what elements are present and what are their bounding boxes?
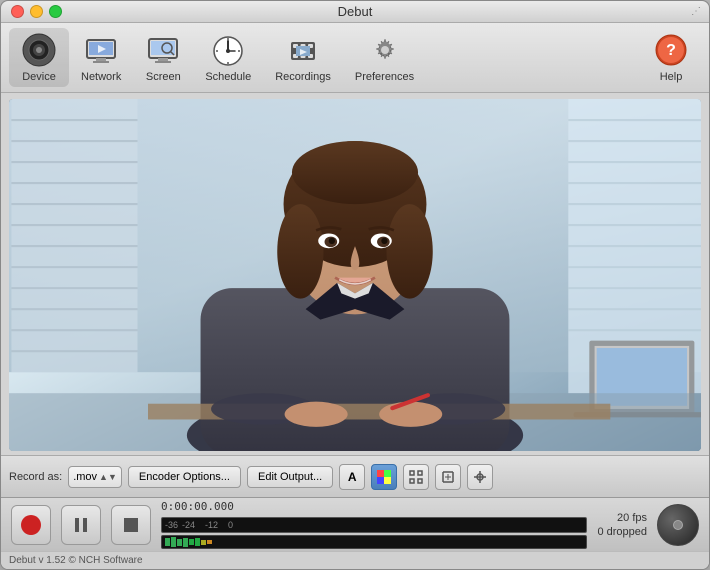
toolbar-label-screen: Screen	[146, 71, 181, 83]
level-bar-6	[195, 538, 200, 546]
fps-display: 20 fps	[617, 512, 647, 524]
level-label-neg36: -36	[165, 520, 178, 530]
crosshair-button[interactable]	[467, 464, 493, 490]
pause-button[interactable]	[61, 505, 101, 545]
level-label-neg12: -12	[205, 520, 218, 530]
level-label-neg24: -24	[182, 520, 195, 530]
minimize-button[interactable]	[30, 5, 43, 18]
level-bar-3	[177, 539, 182, 546]
recordings-icon	[285, 32, 321, 68]
toolbar-label-schedule: Schedule	[205, 71, 251, 83]
device-icon	[21, 32, 57, 68]
status-text: Debut v 1.52 © NCH Software	[9, 555, 143, 566]
toolbar-label-preferences: Preferences	[355, 71, 414, 83]
format-select[interactable]: .mov ▲▼	[68, 466, 122, 488]
select-arrow-icon: ▲▼	[99, 472, 117, 482]
preferences-icon	[367, 32, 403, 68]
format-value: .mov	[73, 471, 97, 483]
text-overlay-button[interactable]: A	[339, 464, 365, 490]
schedule-icon	[210, 32, 246, 68]
timecode-display: 0:00:00.000	[161, 500, 587, 513]
stop-button[interactable]	[111, 505, 151, 545]
fps-info: 20 fps 0 dropped	[597, 512, 647, 538]
titlebar: Debut ⋰	[1, 1, 709, 23]
toolbar-item-preferences[interactable]: Preferences	[343, 28, 426, 87]
edit-output-button[interactable]: Edit Output...	[247, 466, 333, 488]
grid-button[interactable]	[403, 464, 429, 490]
levels-area: 0:00:00.000 -36 -24 -12 0	[161, 500, 587, 549]
color-button[interactable]	[371, 464, 397, 490]
crop-icon	[441, 470, 455, 484]
level-label-zero: 0	[228, 520, 233, 530]
level-meter: -36 -24 -12 0	[161, 517, 587, 533]
toolbar-label-network: Network	[81, 71, 121, 83]
status-bar: Debut v 1.52 © NCH Software	[1, 551, 709, 569]
help-icon: ?	[653, 32, 689, 68]
level-bar-1	[165, 538, 170, 546]
dropped-display: 0 dropped	[597, 526, 647, 538]
window-controls	[11, 5, 62, 18]
toolbar-label-help: Help	[660, 71, 683, 83]
encoder-options-button[interactable]: Encoder Options...	[128, 466, 241, 488]
screen-icon	[145, 32, 181, 68]
toolbar-item-network[interactable]: Network	[69, 28, 133, 87]
toolbar-item-schedule[interactable]: Schedule	[193, 28, 263, 87]
text-icon: A	[348, 470, 357, 484]
level-bar-8	[207, 540, 212, 544]
svg-text:?: ?	[666, 42, 676, 59]
toolbar-label-device: Device	[22, 71, 56, 83]
toolbar-label-recordings: Recordings	[275, 71, 331, 83]
maximize-button[interactable]	[49, 5, 62, 18]
network-icon	[83, 32, 119, 68]
level-bar-5	[189, 539, 194, 545]
toolbar-item-help[interactable]: ? Help	[641, 28, 701, 87]
toolbar-item-device[interactable]: Device	[9, 28, 69, 87]
toolbar-item-screen[interactable]: Screen	[133, 28, 193, 87]
crop-button[interactable]	[435, 464, 461, 490]
record-button[interactable]	[11, 505, 51, 545]
resize-indicator: ⋰	[691, 6, 701, 17]
main-window: Debut ⋰ Device	[0, 0, 710, 570]
crosshair-icon	[473, 470, 487, 484]
toolbar: Device Network	[1, 23, 709, 93]
level-bar-7	[201, 540, 206, 545]
color-icon	[377, 470, 391, 484]
transport-bar: 0:00:00.000 -36 -24 -12 0	[1, 497, 709, 551]
video-area	[9, 99, 701, 451]
controls-bar: Record as: .mov ▲▼ Encoder Options... Ed…	[1, 455, 709, 497]
close-button[interactable]	[11, 5, 24, 18]
level-bar-2	[171, 537, 176, 547]
video-preview	[9, 99, 701, 451]
toolbar-item-recordings[interactable]: Recordings	[263, 28, 343, 87]
disc-center	[673, 520, 683, 530]
level-bar-4	[183, 538, 188, 547]
window-title: Debut	[338, 4, 373, 19]
record-as-label: Record as:	[9, 471, 62, 483]
disc-icon	[657, 504, 699, 546]
grid-icon	[409, 470, 423, 484]
level-bar-display	[161, 535, 587, 549]
